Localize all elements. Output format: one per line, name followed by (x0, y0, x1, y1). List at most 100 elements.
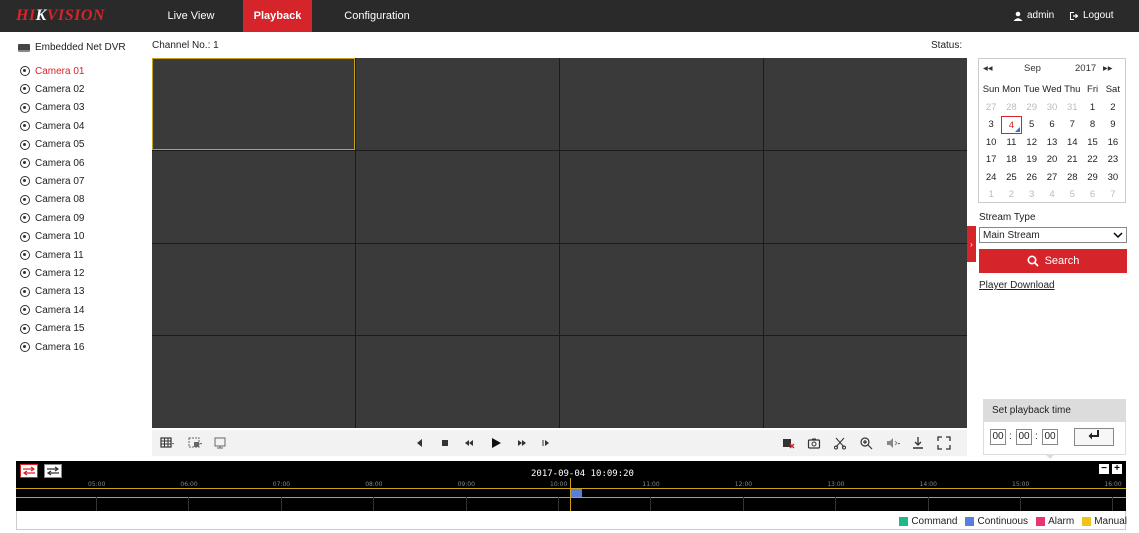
fullscreen-icon[interactable] (936, 435, 952, 451)
calendar-day[interactable]: 19 (1022, 151, 1042, 169)
zoom-out-button[interactable]: − (1099, 464, 1109, 474)
video-window[interactable] (560, 150, 763, 243)
camera-item[interactable]: Camera 02 (20, 82, 84, 96)
search-button[interactable]: Search (979, 249, 1127, 273)
calendar-day[interactable]: 3 (1022, 186, 1042, 204)
calendar-day[interactable]: 1 (1082, 99, 1102, 117)
fast-forward-icon[interactable] (514, 435, 530, 451)
calendar-day[interactable]: 15 (1082, 134, 1102, 152)
camera-item[interactable]: Camera 01 (20, 64, 84, 78)
video-window[interactable] (356, 58, 559, 150)
calendar-day[interactable]: 2 (1103, 99, 1123, 117)
window-split-icon[interactable] (156, 435, 178, 451)
calendar-day[interactable]: 21 (1062, 151, 1082, 169)
video-window[interactable] (764, 336, 967, 428)
single-frame-icon[interactable] (538, 435, 554, 451)
digital-zoom-icon[interactable] (858, 435, 874, 451)
video-window[interactable] (356, 150, 559, 243)
prev-year-button[interactable]: ◂◂ (983, 63, 993, 74)
calendar-day[interactable]: 2 (1001, 186, 1021, 204)
clip-icon[interactable] (832, 435, 848, 451)
video-window[interactable] (356, 243, 559, 336)
calendar-day[interactable]: 25 (1001, 169, 1021, 187)
calendar-day[interactable]: 18 (1001, 151, 1021, 169)
camera-item[interactable]: Camera 08 (20, 193, 84, 207)
slow-forward-icon[interactable] (461, 435, 477, 451)
calendar-day[interactable]: 10 (981, 134, 1001, 152)
calendar-day[interactable]: 5 (1022, 116, 1042, 134)
calendar-day[interactable]: 4 (1042, 186, 1062, 204)
video-window[interactable] (152, 58, 355, 150)
zoom-in-button[interactable]: + (1112, 464, 1122, 474)
camera-item[interactable]: Camera 06 (20, 156, 84, 170)
calendar-day[interactable]: 27 (981, 99, 1001, 117)
camera-item[interactable]: Camera 15 (20, 322, 84, 336)
calendar-day[interactable]: 6 (1082, 186, 1102, 204)
timeline-toggle-button[interactable] (20, 464, 38, 478)
capture-icon[interactable] (806, 435, 822, 451)
calendar-day[interactable]: 8 (1082, 116, 1102, 134)
calendar-day[interactable]: 30 (1042, 99, 1062, 117)
calendar-day[interactable]: 20 (1042, 151, 1062, 169)
calendar-day[interactable]: 26 (1022, 169, 1042, 187)
video-window[interactable] (152, 336, 355, 428)
camera-item[interactable]: Camera 11 (20, 248, 84, 262)
image-settings-icon[interactable] (212, 435, 228, 451)
reverse-play-icon[interactable] (412, 435, 428, 451)
calendar-day[interactable]: 1 (981, 186, 1001, 204)
calendar-day[interactable]: 29 (1082, 169, 1102, 187)
video-window[interactable] (356, 336, 559, 428)
camera-item[interactable]: Camera 12 (20, 266, 84, 280)
timeline-cursor[interactable] (570, 478, 571, 511)
camera-item[interactable]: Camera 07 (20, 174, 84, 188)
playback-hour-input[interactable]: 00 (990, 429, 1006, 445)
user-menu[interactable]: admin (1013, 10, 1054, 21)
camera-item[interactable]: Camera 03 (20, 101, 84, 115)
logout-button[interactable]: Logout (1069, 10, 1114, 21)
calendar-day[interactable]: 28 (1001, 99, 1021, 117)
calendar-day[interactable]: 4 (1001, 116, 1022, 134)
camera-item[interactable]: Camera 13 (20, 285, 84, 299)
video-window[interactable] (560, 58, 763, 150)
continuous-recording-segment[interactable] (571, 489, 582, 497)
calendar-day[interactable]: 29 (1022, 99, 1042, 117)
layout-select-icon[interactable] (184, 435, 206, 451)
timeline[interactable]: 2017-09-04 10:09:20 05:00 06:00 07:00 08:00… (16, 461, 1126, 511)
camera-item[interactable]: Camera 14 (20, 303, 84, 317)
next-year-button[interactable]: ▸▸ (1103, 63, 1113, 74)
calendar-day[interactable]: 12 (1022, 134, 1042, 152)
calendar-day[interactable]: 16 (1103, 134, 1123, 152)
calendar-day[interactable]: 17 (981, 151, 1001, 169)
nav-configuration[interactable]: Configuration (333, 0, 421, 32)
audio-icon[interactable] (882, 435, 904, 451)
playback-minute-input[interactable]: 00 (1016, 429, 1032, 445)
stream-type-select[interactable]: Main Stream (979, 227, 1127, 243)
camera-item[interactable]: Camera 09 (20, 211, 84, 225)
video-window[interactable] (152, 243, 355, 336)
camera-item[interactable]: Camera 16 (20, 340, 84, 354)
player-download-link[interactable]: Player Download (979, 280, 1055, 291)
video-window[interactable] (764, 243, 967, 336)
calendar-day[interactable]: 9 (1103, 116, 1123, 134)
calendar-day[interactable]: 3 (981, 116, 1001, 134)
calendar-day[interactable]: 7 (1062, 116, 1082, 134)
calendar-day[interactable]: 14 (1062, 134, 1082, 152)
calendar-day[interactable]: 7 (1103, 186, 1123, 204)
calendar-day[interactable]: 23 (1103, 151, 1123, 169)
video-window[interactable] (560, 243, 763, 336)
playback-second-input[interactable]: 00 (1042, 429, 1058, 445)
timeline-sync-button[interactable] (44, 464, 62, 478)
calendar-day[interactable]: 13 (1042, 134, 1062, 152)
download-icon[interactable] (910, 435, 926, 451)
video-window[interactable] (764, 58, 967, 150)
stop-icon[interactable] (437, 435, 453, 451)
camera-item[interactable]: Camera 04 (20, 119, 84, 133)
video-window[interactable] (560, 336, 763, 428)
calendar-day[interactable]: 6 (1042, 116, 1062, 134)
video-window[interactable] (764, 150, 967, 243)
calendar-day[interactable]: 22 (1082, 151, 1102, 169)
device-root[interactable]: Embedded Net DVR (18, 42, 126, 53)
camera-item[interactable]: Camera 05 (20, 138, 84, 152)
stop-all-icon[interactable] (780, 435, 796, 451)
nav-playback[interactable]: Playback (243, 0, 312, 32)
